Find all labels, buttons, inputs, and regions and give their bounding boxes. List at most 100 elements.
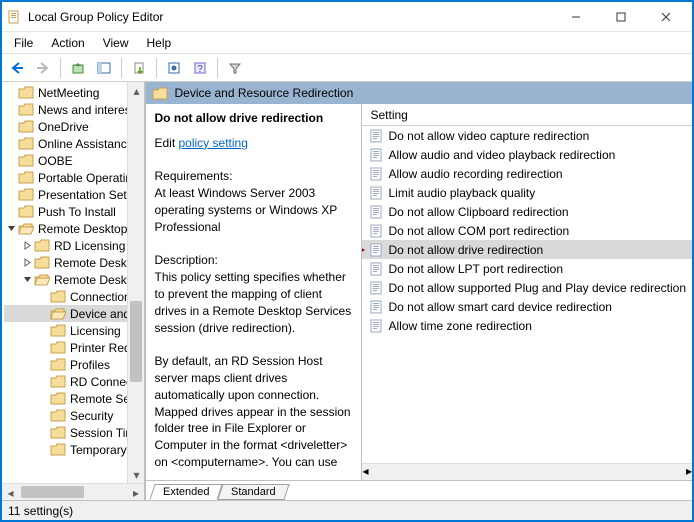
policy-icon xyxy=(368,147,384,163)
help-button[interactable]: ? xyxy=(189,57,211,79)
menu-action[interactable]: Action xyxy=(43,34,92,52)
tree-item[interactable]: Remote Desktop Session Host xyxy=(4,271,145,288)
export-button[interactable] xyxy=(128,57,150,79)
app-icon xyxy=(6,9,22,25)
tree-item[interactable]: Session Time Limits xyxy=(4,424,145,441)
expand-icon[interactable] xyxy=(20,258,34,267)
status-text: 11 setting(s) xyxy=(8,504,73,518)
expand-icon[interactable] xyxy=(20,241,34,250)
tree-item[interactable]: OneDrive xyxy=(4,118,145,135)
folder-icon xyxy=(18,103,34,117)
collapse-icon[interactable] xyxy=(20,275,34,284)
tree-item[interactable]: Presentation Settings xyxy=(4,186,145,203)
tree-item[interactable]: Push To Install xyxy=(4,203,145,220)
tree-pane: NetMeetingNews and interests OneDriveOnli… xyxy=(2,82,145,500)
scroll-left-icon[interactable]: ◂ xyxy=(2,484,19,500)
show-hide-tree-button[interactable] xyxy=(93,57,115,79)
titlebar: Local Group Policy Editor xyxy=(2,2,692,32)
up-button[interactable] xyxy=(67,57,89,79)
back-button[interactable] xyxy=(6,57,28,79)
tree-item[interactable]: Licensing xyxy=(4,322,145,339)
tree-item[interactable]: Portable Operating System xyxy=(4,169,145,186)
folder-icon xyxy=(34,273,50,287)
tree-item[interactable]: OOBE xyxy=(4,152,145,169)
folder-icon xyxy=(50,290,66,304)
content: NetMeetingNews and interests OneDriveOnli… xyxy=(2,82,692,500)
list-item[interactable]: Do not allow COM port redirection xyxy=(362,221,692,240)
properties-button[interactable] xyxy=(163,57,185,79)
folder-icon xyxy=(18,120,34,134)
close-button[interactable] xyxy=(643,3,688,31)
tree-item[interactable]: RD Connection Broker xyxy=(4,373,145,390)
forward-button[interactable] xyxy=(32,57,54,79)
tree-item[interactable]: Device and Resource Redirection xyxy=(4,305,145,322)
collapse-icon[interactable] xyxy=(4,224,18,233)
tree-item[interactable]: Security xyxy=(4,407,145,424)
list-item-label: Do not allow smart card device redirecti… xyxy=(388,300,611,314)
list-item[interactable]: Do not allow LPT port redirection xyxy=(362,259,692,278)
policy-icon xyxy=(368,204,384,220)
policy-icon xyxy=(368,185,384,201)
policy-icon xyxy=(368,128,384,144)
svg-text:?: ? xyxy=(197,64,203,75)
tab-standard[interactable]: Standard xyxy=(217,484,289,500)
list-item[interactable]: Do not allow video capture redirection xyxy=(362,126,692,145)
settings-list[interactable]: Do not allow video capture redirection Al… xyxy=(362,126,692,463)
tree-item-label: OneDrive xyxy=(36,120,89,134)
edit-link-row: Edit policy setting xyxy=(154,135,353,152)
tree-item[interactable]: Remote Session Environment xyxy=(4,390,145,407)
tree-item-label: Licensing xyxy=(68,324,121,338)
tree-item[interactable]: Online Assistance xyxy=(4,135,145,152)
menubar: File Action View Help xyxy=(2,32,692,54)
minimize-button[interactable] xyxy=(553,3,598,31)
tree-item[interactable]: RD Licensing xyxy=(4,237,145,254)
tab-extended[interactable]: Extended xyxy=(150,484,224,500)
folder-icon xyxy=(34,239,50,253)
tree-item[interactable]: Temporary folders xyxy=(4,441,145,458)
list-item[interactable]: Do not allow drive redirection xyxy=(362,240,692,259)
edit-policy-link[interactable]: policy setting xyxy=(179,136,248,150)
tree-item[interactable]: Remote Desktop Services xyxy=(4,220,145,237)
list-item[interactable]: Limit audio playback quality xyxy=(362,183,692,202)
list-column-header[interactable]: Setting xyxy=(362,104,692,126)
tree-horizontal-scrollbar[interactable]: ◂ ▸ xyxy=(2,483,144,500)
tree-item[interactable]: Connections xyxy=(4,288,145,305)
scroll-right-icon[interactable]: ▸ xyxy=(686,464,692,480)
folder-icon xyxy=(50,375,66,389)
tree-item[interactable]: Profiles xyxy=(4,356,145,373)
folder-icon xyxy=(18,154,34,168)
maximize-button[interactable] xyxy=(598,3,643,31)
filter-button[interactable] xyxy=(224,57,246,79)
policy-icon xyxy=(368,261,384,277)
tree-item-label: Connections xyxy=(68,290,137,304)
tree-item-label: Security xyxy=(68,409,113,423)
list-item[interactable]: Allow audio and video playback redirecti… xyxy=(362,145,692,164)
list-item-label: Allow audio and video playback redirecti… xyxy=(388,148,615,162)
menu-help[interactable]: Help xyxy=(139,34,180,52)
list-item[interactable]: Do not allow Clipboard redirection xyxy=(362,202,692,221)
menu-file[interactable]: File xyxy=(6,34,41,52)
tree-item[interactable]: NetMeeting xyxy=(4,84,145,101)
tree-vertical-scrollbar[interactable]: ▴ ▾ xyxy=(127,82,144,483)
window-title: Local Group Policy Editor xyxy=(28,10,553,24)
policy-icon xyxy=(368,318,384,334)
scroll-up-icon[interactable]: ▴ xyxy=(128,82,144,99)
tree-item-label: RD Licensing xyxy=(52,239,125,253)
list-horizontal-scrollbar[interactable]: ◂ ▸ xyxy=(362,463,692,480)
menu-view[interactable]: View xyxy=(95,34,137,52)
tree-item[interactable]: News and interests xyxy=(4,101,145,118)
policy-icon xyxy=(368,166,384,182)
settings-list-pane: Setting Do not allow video capture redir… xyxy=(362,104,692,480)
list-item[interactable]: Do not allow smart card device redirecti… xyxy=(362,297,692,316)
list-item[interactable]: Allow time zone redirection xyxy=(362,316,692,335)
scroll-right-icon[interactable]: ▸ xyxy=(127,484,144,500)
description-body-2: By default, an RD Session Host server ma… xyxy=(154,353,353,471)
list-item[interactable]: Do not allow supported Plug and Play dev… xyxy=(362,278,692,297)
tree-item[interactable]: Printer Redirection xyxy=(4,339,145,356)
list-column-header-label: Setting xyxy=(370,108,407,122)
scroll-down-icon[interactable]: ▾ xyxy=(128,466,144,483)
tree-item[interactable]: Remote Desktop Connection Client xyxy=(4,254,145,271)
tree[interactable]: NetMeetingNews and interests OneDriveOnli… xyxy=(2,82,145,460)
requirements-body: At least Windows Server 2003 operating s… xyxy=(154,185,353,235)
list-item[interactable]: Allow audio recording redirection xyxy=(362,164,692,183)
